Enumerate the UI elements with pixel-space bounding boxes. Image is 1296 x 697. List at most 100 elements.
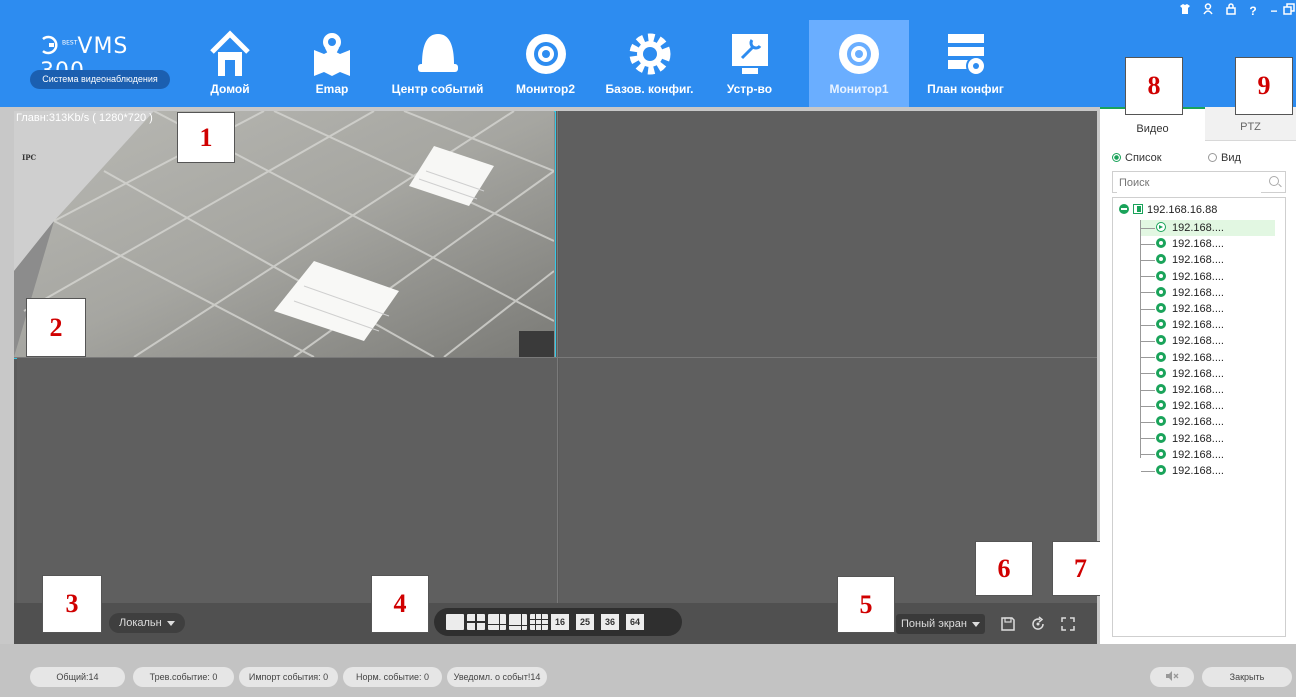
channel-item[interactable]: 192.168.... bbox=[1141, 350, 1224, 366]
nav-event-center[interactable]: Центр событий bbox=[385, 20, 490, 107]
video-pane-2[interactable] bbox=[559, 111, 1097, 357]
layout-8-button[interactable] bbox=[509, 614, 527, 630]
channel-item[interactable]: 192.168.... bbox=[1141, 414, 1224, 430]
import-events-button[interactable]: Импорт события: 0 bbox=[239, 667, 338, 687]
restore-icon[interactable] bbox=[1283, 2, 1295, 20]
layout-25-button[interactable]: 25 bbox=[576, 614, 594, 630]
nav-basic-config[interactable]: Базов. конфиг. bbox=[597, 20, 702, 107]
camera-channel-icon bbox=[1156, 335, 1166, 346]
nav-monitor1[interactable]: Монитор1 bbox=[809, 20, 909, 107]
layout-4-button[interactable] bbox=[467, 614, 485, 630]
channel-label: 192.168.... bbox=[1172, 351, 1224, 364]
channel-item[interactable]: 192.168.... bbox=[1141, 447, 1224, 463]
speaker-mute-icon bbox=[1166, 671, 1179, 681]
device-panel: Видео PTZ Список Вид 192.168.16.88 192.1… bbox=[1100, 57, 1296, 644]
channel-label: 192.168.... bbox=[1172, 303, 1224, 315]
fullscreen-mode-select[interactable]: Поный экран bbox=[896, 614, 985, 634]
channel-item[interactable]: 192.168.... bbox=[1141, 382, 1224, 398]
tree-branch bbox=[1141, 373, 1155, 375]
nav-label: Emap bbox=[315, 82, 349, 96]
channel-item[interactable]: 192.168.... bbox=[1141, 252, 1224, 268]
source-select[interactable]: Локальн bbox=[109, 613, 185, 633]
refresh-icon[interactable] bbox=[1030, 616, 1046, 632]
channel-item[interactable]: 192.168.... bbox=[1141, 398, 1224, 414]
channel-label: 192.168.... bbox=[1172, 222, 1224, 234]
fullscreen-icon[interactable] bbox=[1060, 616, 1076, 632]
channel-item[interactable]: 192.168.... bbox=[1141, 317, 1224, 333]
radio-view-label: Вид bbox=[1221, 152, 1241, 164]
nav-device[interactable]: Устр-во bbox=[717, 20, 782, 107]
channel-item[interactable]: 192.168.... bbox=[1141, 236, 1224, 252]
layout-16-button[interactable]: 16 bbox=[551, 614, 569, 630]
total-events-button[interactable]: Общий:14 bbox=[30, 667, 125, 687]
nav-emap[interactable]: Emap bbox=[302, 20, 362, 107]
channel-item[interactable]: 192.168.... bbox=[1141, 366, 1224, 382]
lock-icon[interactable] bbox=[1222, 2, 1240, 20]
channel-item[interactable]: 192.168.... bbox=[1141, 431, 1224, 447]
nav-label: Домой bbox=[210, 82, 250, 96]
nav-schedule-config[interactable]: План конфиг bbox=[918, 20, 1013, 107]
layout-6-button[interactable] bbox=[488, 614, 506, 630]
channel-item[interactable]: 192.168.... bbox=[1141, 463, 1224, 479]
channel-item[interactable]: 192.168.... bbox=[1141, 285, 1224, 301]
video-wall: Главн:313Kb/s ( 1280*720 ) IPC Локальн 1… bbox=[14, 111, 1097, 644]
nav-monitor2[interactable]: Монитор2 bbox=[508, 20, 583, 107]
radio-view[interactable]: Вид bbox=[1208, 152, 1241, 164]
close-button[interactable]: Закрыть bbox=[1202, 667, 1292, 687]
camera-channel-icon bbox=[1156, 384, 1166, 394]
radio-unchecked-icon bbox=[1208, 153, 1217, 162]
logo-mark-icon bbox=[42, 35, 58, 55]
app-logo: BESTVMS 300 Система видеонаблюдения bbox=[30, 26, 180, 92]
channel-label: 192.168.... bbox=[1172, 448, 1224, 461]
channel-item[interactable]: 192.168.... bbox=[1141, 333, 1224, 349]
collapse-icon[interactable] bbox=[1119, 204, 1129, 214]
channel-item[interactable]: 192.168.... bbox=[1141, 220, 1275, 236]
channel-label: 192.168.... bbox=[1172, 319, 1224, 332]
nav-home[interactable]: Домой bbox=[200, 20, 260, 107]
minimize-button[interactable]: − bbox=[1265, 2, 1283, 20]
layout-1-button[interactable] bbox=[446, 614, 464, 630]
chevron-down-icon bbox=[166, 620, 175, 626]
save-layout-icon[interactable] bbox=[1000, 616, 1016, 632]
skin-shirt-icon[interactable] bbox=[1176, 2, 1194, 20]
channel-item[interactable]: 192.168.... bbox=[1141, 301, 1224, 317]
camera-channel-icon bbox=[1156, 416, 1166, 427]
tree-branch bbox=[1141, 308, 1155, 310]
home-icon bbox=[210, 30, 250, 76]
camera-channel-icon bbox=[1156, 286, 1166, 297]
camera-channel-icon bbox=[1156, 400, 1166, 411]
tree-branch bbox=[1141, 227, 1155, 229]
alarm-events-button[interactable]: Трев.событие: 0 bbox=[133, 667, 234, 687]
video-pane-1[interactable]: Главн:313Kb/s ( 1280*720 ) IPC bbox=[14, 111, 556, 359]
callout-label-1: 1 bbox=[177, 112, 235, 163]
camera-feed-image bbox=[14, 111, 554, 357]
gear-icon bbox=[629, 33, 670, 75]
radio-list[interactable]: Список bbox=[1112, 152, 1162, 164]
tree-branch bbox=[1141, 357, 1155, 359]
search-icon[interactable] bbox=[1269, 176, 1279, 186]
nav-label: Монитор1 bbox=[829, 82, 889, 96]
channel-item[interactable]: 192.168.... bbox=[1141, 269, 1224, 285]
search-input[interactable] bbox=[1117, 173, 1261, 193]
layout-36-button[interactable]: 36 bbox=[601, 614, 619, 630]
callout-label-4: 4 bbox=[371, 575, 429, 633]
camera-channel-icon bbox=[1156, 254, 1166, 265]
tree-root-node[interactable]: 192.168.16.88 bbox=[1119, 204, 1217, 216]
tree-branch bbox=[1141, 470, 1155, 472]
tree-branch bbox=[1141, 276, 1155, 278]
mute-button[interactable] bbox=[1150, 667, 1194, 687]
brand-prefix: BEST bbox=[62, 39, 78, 47]
layout-9-button[interactable] bbox=[530, 614, 548, 630]
tree-branch bbox=[1141, 243, 1155, 245]
video-pane-3[interactable] bbox=[17, 358, 557, 603]
nav-label: Центр событий bbox=[391, 82, 484, 96]
monitor-camera-icon bbox=[525, 34, 566, 74]
layout-64-button[interactable]: 64 bbox=[626, 614, 644, 630]
normal-events-button[interactable]: Норм. событие: 0 bbox=[343, 667, 442, 687]
channel-label: 192.168.... bbox=[1172, 416, 1224, 429]
user-icon[interactable] bbox=[1200, 2, 1218, 20]
device-tree: 192.168.16.88 192.168.... 192.168.... 192.… bbox=[1112, 197, 1286, 637]
event-notifications-button[interactable]: Уведомл. о событ!14 bbox=[447, 667, 547, 687]
device-search bbox=[1112, 171, 1286, 193]
help-button[interactable]: ? bbox=[1244, 2, 1262, 20]
